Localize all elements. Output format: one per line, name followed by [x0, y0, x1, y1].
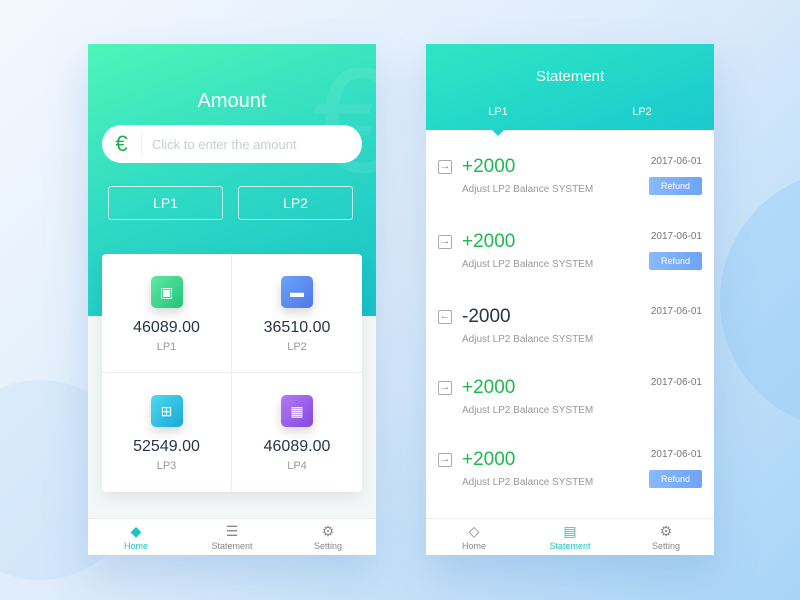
row-amount: +2000 [462, 156, 516, 177]
nav-home[interactable]: ◇ Home [426, 519, 522, 555]
lp1-button[interactable]: LP1 [108, 186, 223, 220]
account-value: 52549.00 [133, 438, 200, 455]
account-value: 46089.00 [133, 319, 200, 336]
account-label: LP1 [156, 341, 177, 353]
gear-icon: ⚙ [321, 522, 335, 539]
refund-button[interactable]: Refund [649, 470, 702, 488]
statement-row: → +2000 Adjust LP2 Balance SYSTEM 2017-0… [426, 363, 714, 435]
card-icon: ▬ [281, 276, 313, 308]
sign-in-icon: → [438, 235, 452, 249]
refund-button[interactable]: Refund [649, 177, 702, 195]
account-label: LP4 [287, 460, 307, 472]
nav-label: Setting [651, 540, 681, 551]
diamond-icon: ◆ [130, 522, 142, 539]
row-amount: +2000 [462, 449, 516, 470]
row-description: Adjust LP2 Balance SYSTEM [462, 259, 594, 270]
row-amount: +2000 [462, 231, 516, 252]
lp2-button[interactable]: LP2 [238, 186, 353, 220]
row-description: Adjust LP2 Balance SYSTEM [462, 477, 594, 488]
nav-label: Home [123, 540, 148, 551]
document-icon: ☰ [225, 522, 239, 539]
statement-screen: Statement LP1 LP2 → +2000 Adjust LP2 Bal… [426, 44, 714, 555]
nav-statement[interactable]: ▤ Statement [522, 519, 618, 555]
euro-icon: € [102, 133, 142, 155]
refund-button[interactable]: Refund [649, 252, 702, 270]
document-icon: ▤ [563, 522, 577, 539]
nav-home[interactable]: ◆ Home [88, 519, 184, 555]
row-description: Adjust LP2 Balance SYSTEM [462, 334, 594, 345]
sign-in-icon: → [438, 453, 452, 467]
diamond-icon: ◇ [468, 522, 480, 539]
account-value: 46089.00 [263, 438, 331, 455]
page-title: Statement [535, 68, 605, 85]
row-amount: +2000 [462, 377, 516, 398]
tab-lp2[interactable]: LP2 [570, 106, 714, 118]
sign-in-icon: → [438, 160, 452, 174]
page-title: Amount [197, 90, 267, 112]
bottom-nav: ◇ Home ▤ Statement ⚙ Setting [426, 518, 714, 555]
gear-icon: ⚙ [659, 522, 673, 539]
account-lp1[interactable]: ▣ 46089.00 LP1 [102, 254, 232, 373]
row-description: Adjust LP2 Balance SYSTEM [462, 405, 594, 416]
statement-row: → +2000 Adjust LP2 Balance SYSTEM 2017-0… [426, 142, 714, 214]
sign-in-icon: → [438, 381, 452, 395]
account-label: LP2 [287, 341, 307, 353]
amount-input-field[interactable]: € [102, 125, 362, 163]
row-date: 2017-06-01 [650, 231, 702, 242]
row-description: Adjust LP2 Balance SYSTEM [462, 184, 594, 195]
statement-row: → +2000 Adjust LP2 Balance SYSTEM 2017-0… [426, 435, 714, 507]
nav-statement[interactable]: ☰ Statement [184, 519, 280, 555]
statement-row: ← -2000 Adjust LP2 Balance SYSTEM 2017-0… [426, 292, 714, 364]
wallet-icon: ▣ [150, 276, 183, 308]
account-lp2[interactable]: ▬ 36510.00 LP2 [232, 254, 362, 373]
tab-lp1[interactable]: LP1 [426, 106, 570, 118]
nav-label: Home [461, 540, 486, 551]
statement-row: → +2000 Adjust LP2 Balance SYSTEM 2017-0… [426, 217, 714, 289]
account-value: 36510.00 [263, 319, 331, 336]
row-date: 2017-06-01 [650, 306, 702, 317]
gift-icon: ⊞ [150, 395, 183, 427]
nav-label: Setting [313, 540, 343, 551]
account-lp4[interactable]: ▦ 46089.00 LP4 [232, 373, 362, 492]
nav-label: Statement [211, 540, 253, 551]
tab-bar: LP1 LP2 [426, 106, 714, 118]
row-date: 2017-06-01 [650, 156, 702, 167]
row-date: 2017-06-01 [650, 377, 702, 388]
active-tab-indicator [492, 130, 504, 142]
bottom-nav: ◆ Home ☰ Statement ⚙ Setting [88, 518, 376, 555]
nav-label: Statement [549, 540, 591, 551]
sign-out-icon: ← [438, 310, 452, 324]
nav-setting[interactable]: ⚙ Setting [618, 519, 714, 555]
nav-setting[interactable]: ⚙ Setting [280, 519, 376, 555]
accounts-card: ▣ 46089.00 LP1 ▬ 36510.00 LP2 ⊞ 52549.00 LP3 ▦… [102, 254, 362, 492]
row-amount: -2000 [462, 306, 511, 327]
building-icon: ▦ [281, 395, 313, 427]
amount-input[interactable] [152, 136, 352, 152]
home-screen: € Amount € LP1 LP2 ▣46089.00LP1 ▬36510.0… [88, 44, 376, 555]
row-date: 2017-06-01 [650, 449, 702, 460]
account-label: LP3 [156, 460, 177, 472]
account-lp3[interactable]: ⊞ 52549.00 LP3 [102, 373, 232, 492]
